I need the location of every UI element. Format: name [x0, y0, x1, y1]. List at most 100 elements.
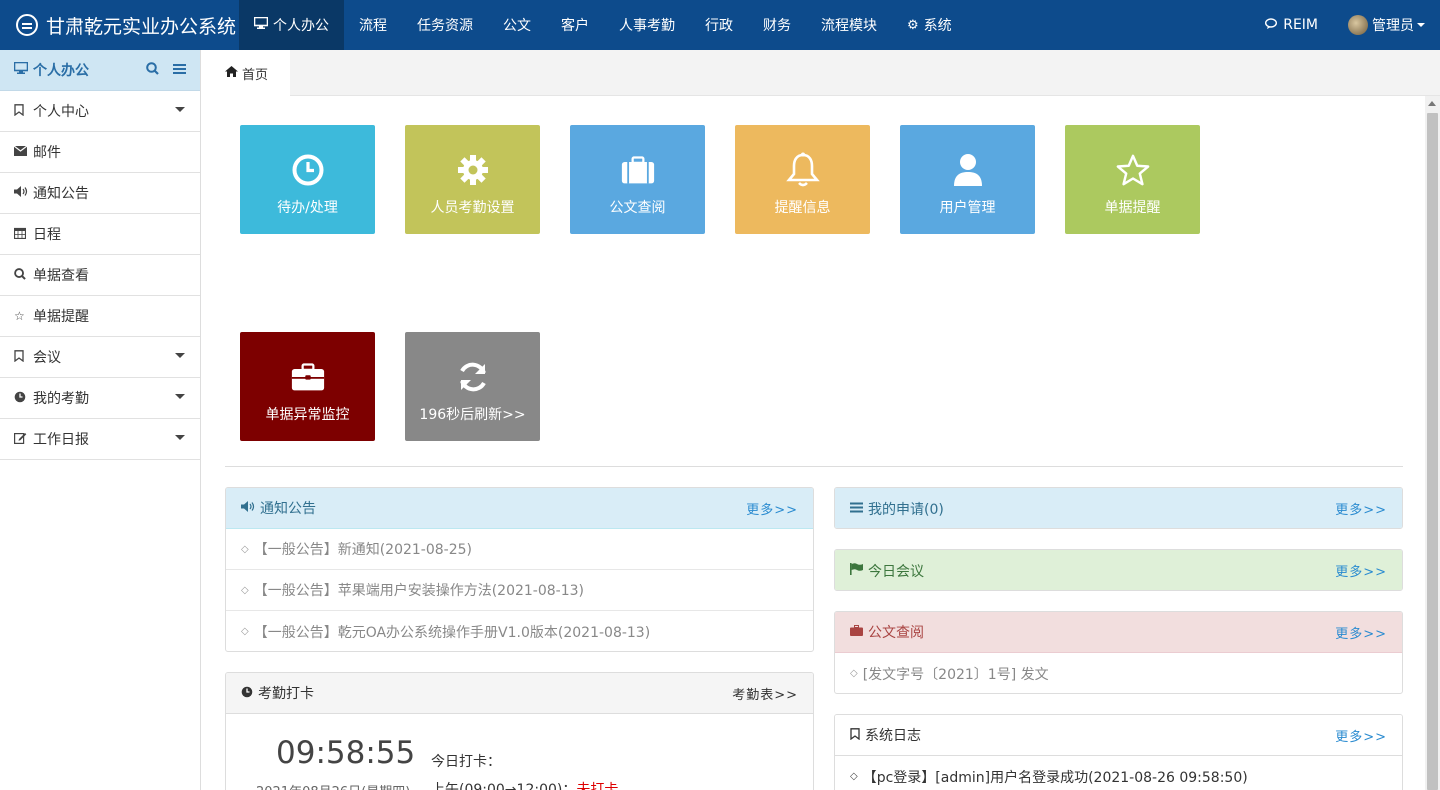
- scroll-thumb[interactable]: [1427, 113, 1438, 790]
- my-applications-panel: 我的申请(0) 更多>>: [834, 487, 1403, 529]
- tab-home[interactable]: 首页: [206, 50, 290, 96]
- search-icon: [14, 267, 30, 283]
- punch-status[interactable]: 未打卡: [576, 782, 618, 790]
- list-item[interactable]: ◇ [发文字号〔2021〕1号] 发文: [835, 653, 1402, 693]
- caret-down-icon: [175, 353, 185, 358]
- attendance-sheet-link[interactable]: 考勤表>>: [732, 684, 798, 703]
- sidebar-item-personal-center[interactable]: 个人中心: [0, 91, 200, 132]
- diamond-icon: ◇: [241, 626, 249, 637]
- sidebar-item-notice[interactable]: 通知公告: [0, 173, 200, 214]
- tile-doc-anomaly-monitor[interactable]: 单据异常监控: [240, 332, 375, 441]
- clock-icon: [241, 686, 253, 701]
- notice-panel-header: 通知公告 更多>>: [226, 488, 813, 529]
- list-item[interactable]: ◇ 【一般公告】新通知(2021-08-25): [226, 529, 813, 570]
- diamond-icon: ◇: [241, 543, 249, 555]
- list-item[interactable]: ◇ 【一般公告】苹果端用户安装操作方法(2021-08-13): [226, 570, 813, 611]
- sidebar-item-schedule[interactable]: 日程: [0, 214, 200, 255]
- list-item[interactable]: ◇ 【一般公告】乾元OA办公系统操作手册V1.0版本(2021-08-13): [226, 611, 813, 651]
- sidebar-item-doc-reminder[interactable]: ☆ 单据提醒: [0, 296, 200, 337]
- syslog-panel-header: 系统日志 更多>>: [835, 715, 1402, 756]
- nav-item-process-modules[interactable]: 流程模块: [806, 0, 892, 50]
- applications-panel-header: 我的申请(0) 更多>>: [835, 488, 1402, 528]
- meeting-panel-header: 今日会议 更多>>: [835, 550, 1402, 590]
- search-icon[interactable]: [146, 61, 159, 79]
- top-navbar: 甘肃乾元实业办公系统 个人办公 流程 任务资源 公文 客户 人事考勤 行政 财务…: [0, 0, 1440, 50]
- today-meeting-panel: 今日会议 更多>>: [834, 549, 1403, 591]
- notice-panel: 通知公告 更多>> ◇ 【一般公告】新通知(2021-08-25) ◇ 【一般公告】…: [225, 487, 814, 652]
- syslog-more-link[interactable]: 更多>>: [1335, 726, 1387, 745]
- top-right-tools: REIM 管理员: [1250, 0, 1440, 50]
- clock-icon: [14, 391, 30, 406]
- comments-icon: [1265, 17, 1279, 33]
- home-icon: [225, 66, 238, 80]
- nav-item-admin[interactable]: 行政: [690, 0, 748, 50]
- bookmark-icon: [14, 103, 30, 119]
- meeting-more-link[interactable]: 更多>>: [1335, 561, 1387, 580]
- applications-panel-title: 我的申请(0): [868, 501, 944, 518]
- nav-item-customers[interactable]: 客户: [546, 0, 604, 50]
- user-menu[interactable]: 管理员: [1333, 15, 1440, 35]
- nav-item-hr-attendance[interactable]: 人事考勤: [604, 0, 690, 50]
- nav-item-process[interactable]: 流程: [344, 0, 402, 50]
- briefcase-icon: [621, 153, 655, 187]
- caret-down-icon: [175, 107, 185, 112]
- caret-down-icon: [175, 394, 185, 399]
- refresh-icon: [456, 360, 490, 394]
- nav-item-documents[interactable]: 公文: [488, 0, 546, 50]
- attendance-panel: 考勤打卡 考勤表>> 09:58:55 2021年08月26日(星期四) 今日打…: [225, 672, 814, 790]
- flag-icon: [850, 563, 863, 578]
- star-icon: ☆: [14, 309, 25, 323]
- gear-icon: [456, 153, 490, 187]
- sidebar-item-doc-view[interactable]: 单据查看: [0, 255, 200, 296]
- volume-icon: [241, 501, 255, 515]
- notice-panel-title: 通知公告: [260, 501, 316, 517]
- monitor-icon: [253, 16, 269, 33]
- content-scrollbar[interactable]: [1425, 96, 1440, 790]
- tile-reminders[interactable]: 提醒信息: [735, 125, 870, 234]
- applications-more-link[interactable]: 更多>>: [1335, 499, 1387, 518]
- notice-more-link[interactable]: 更多>>: [746, 499, 798, 518]
- sidebar-item-meeting[interactable]: 会议: [0, 337, 200, 378]
- tile-doc-review[interactable]: 公文查阅: [570, 125, 705, 234]
- tile-attendance-settings[interactable]: 人员考勤设置: [405, 125, 540, 234]
- list-item[interactable]: ◇ 【pc登录】[admin]用户名登录成功(2021-08-26 09:58:5…: [835, 756, 1402, 790]
- sidebar-item-daily-report[interactable]: 工作日报: [0, 419, 200, 460]
- menu-toggle-icon[interactable]: [173, 61, 186, 79]
- tile-doc-reminder[interactable]: 单据提醒: [1065, 125, 1200, 234]
- tile-todo[interactable]: 待办/处理: [240, 125, 375, 234]
- main-content: 待办/处理 人员考勤设置 公文查阅 提醒信息 用户管理 单据提醒 单据异常监控 …: [206, 96, 1425, 790]
- syslog-panel-title: 系统日志: [865, 728, 921, 744]
- meeting-panel-title: 今日会议: [868, 563, 924, 580]
- nav-item-system[interactable]: ⚙ 系统: [892, 0, 967, 50]
- bell-icon: [785, 152, 820, 187]
- nav-item-task-resources[interactable]: 任务资源: [402, 0, 488, 50]
- attendance-panel-title: 考勤打卡: [258, 686, 314, 702]
- diamond-icon: ◇: [850, 668, 858, 679]
- nav-item-personal-office[interactable]: 个人办公: [239, 0, 344, 50]
- chat-bubble-icon: [16, 14, 38, 36]
- tile-refresh-countdown[interactable]: 196秒后刷新>>: [405, 332, 540, 441]
- sidebar-item-mail[interactable]: 邮件: [0, 132, 200, 173]
- clock-icon: [291, 153, 325, 187]
- calendar-icon: [13, 227, 30, 242]
- reim-button[interactable]: REIM: [1250, 17, 1333, 33]
- sidebar-title: 个人办公: [33, 63, 89, 79]
- scroll-up-arrow-icon[interactable]: [1428, 101, 1436, 106]
- doc-more-link[interactable]: 更多>>: [1335, 623, 1387, 642]
- diamond-icon: ◇: [241, 584, 249, 596]
- user-icon: [951, 153, 985, 187]
- sidebar-header: 个人办公: [0, 50, 200, 91]
- doc-panel-title: 公文查阅: [868, 625, 924, 641]
- app-brand[interactable]: 甘肃乾元实业办公系统: [0, 0, 239, 50]
- nav-item-finance[interactable]: 财务: [748, 0, 806, 50]
- briefcase-icon: [850, 625, 863, 639]
- caret-down-icon: [175, 435, 185, 440]
- avatar: [1348, 15, 1368, 35]
- sidebar: 个人办公 个人中心 邮件 通知公告 日程 单据查看 ☆ 单据提醒 会议 我的考勤…: [0, 50, 201, 790]
- sidebar-item-my-attendance[interactable]: 我的考勤: [0, 378, 200, 419]
- gear-icon: ⚙: [907, 17, 919, 33]
- tile-user-management[interactable]: 用户管理: [900, 125, 1035, 234]
- envelope-icon: [13, 145, 30, 159]
- caret-down-icon: [1417, 23, 1425, 27]
- system-log-panel: 系统日志 更多>> ◇ 【pc登录】[admin]用户名登录成功(2021-08-…: [834, 714, 1403, 790]
